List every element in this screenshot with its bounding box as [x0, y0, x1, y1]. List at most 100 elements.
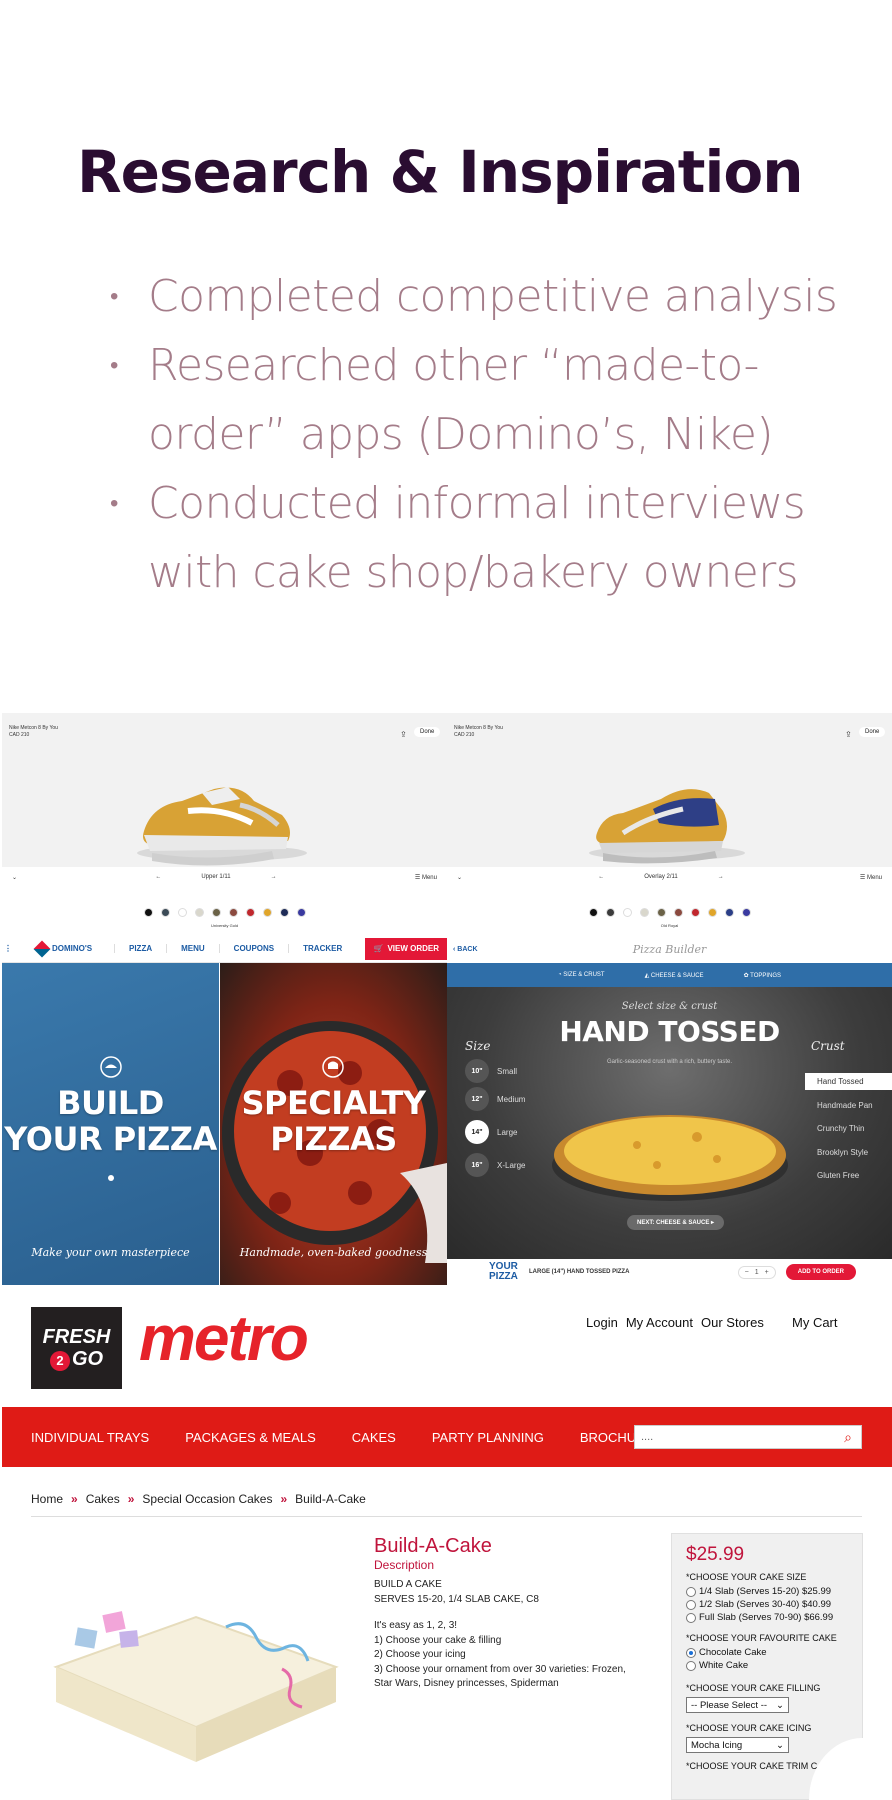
- color-swatch[interactable]: [707, 908, 717, 917]
- my-account-link[interactable]: My Account: [626, 1315, 693, 1330]
- color-swatch[interactable]: [741, 908, 751, 917]
- color-swatch[interactable]: [622, 908, 632, 917]
- breadcrumb-cakes[interactable]: Cakes: [86, 1492, 120, 1506]
- tab-size-crust[interactable]: ◔ SIZE & CRUST: [558, 972, 605, 978]
- color-swatch[interactable]: [177, 908, 187, 917]
- breadcrumb-special-occasion[interactable]: Special Occasion Cakes: [142, 1492, 272, 1506]
- icing-select[interactable]: Mocha Icing ⌄: [686, 1737, 789, 1753]
- arrow-right-icon[interactable]: →: [718, 874, 724, 880]
- nav-item-packages-meals[interactable]: PACKAGES & MEALS: [185, 1430, 316, 1445]
- toppings-icon: ✿: [743, 972, 749, 979]
- color-swatch[interactable]: [211, 908, 221, 917]
- more-vertical-icon[interactable]: ⋮: [2, 944, 14, 953]
- filling-select[interactable]: -- Please Select -- ⌄: [686, 1697, 789, 1713]
- search-icon[interactable]: ⌕: [835, 1426, 861, 1448]
- arrow-left-icon[interactable]: ←: [155, 874, 161, 880]
- your-pizza-label: YOUR PIZZA: [447, 1262, 529, 1282]
- tab-label: SIZE & CRUST: [563, 972, 605, 978]
- flavour-radio[interactable]: White Cake: [686, 1660, 848, 1671]
- nav-item-cakes[interactable]: CAKES: [352, 1430, 396, 1445]
- back-button[interactable]: ‹ BACK: [447, 946, 507, 953]
- nav-item-individual-trays[interactable]: INDIVIDUAL TRAYS: [31, 1430, 149, 1445]
- add-to-order-button[interactable]: ADD TO ORDER: [785, 1264, 856, 1280]
- color-swatch[interactable]: [228, 908, 238, 917]
- order-summary-text: LARGE (14") HAND TOSSED PIZZA: [529, 1269, 630, 1275]
- color-swatch[interactable]: [262, 908, 272, 917]
- quantity-stepper[interactable]: −1 +: [737, 1265, 776, 1279]
- step-label: Overlay 2/11: [644, 874, 678, 880]
- chevron-down-icon[interactable]: ⌄: [12, 874, 17, 881]
- arrow-left-icon[interactable]: ←: [598, 874, 604, 880]
- bullet-item: • Completed competitive analysis: [100, 262, 880, 331]
- color-swatch[interactable]: [639, 908, 649, 917]
- menu-icon: ☰: [859, 874, 866, 881]
- fresh2go-logo[interactable]: FRESH 2 GO: [31, 1307, 122, 1389]
- search-input[interactable]: [635, 1426, 835, 1448]
- breadcrumb-separator: »: [71, 1492, 78, 1506]
- breadcrumb-home[interactable]: Home: [31, 1492, 63, 1506]
- pizza-builder-header: ‹ BACK Pizza Builder: [447, 935, 892, 963]
- color-swatch[interactable]: [245, 908, 255, 917]
- chevron-down-icon: ⌄: [776, 1699, 784, 1711]
- radio-label: 1/4 Slab (Serves 15-20) $25.99: [699, 1586, 832, 1597]
- nav-item-coupons[interactable]: COUPONS: [218, 944, 288, 953]
- crust-option-selected[interactable]: Hand Tossed: [805, 1073, 892, 1090]
- flavour-radio-selected[interactable]: Chocolate Cake: [686, 1647, 848, 1658]
- logo-line: 2 GO: [49, 1348, 103, 1371]
- tab-toppings[interactable]: ✿ TOPPINGS: [744, 972, 782, 979]
- menu-button[interactable]: ☰ Menu: [415, 874, 437, 881]
- description-line: BUILD A CAKE: [374, 1579, 442, 1590]
- arrow-right-icon[interactable]: →: [271, 874, 277, 880]
- crust-option[interactable]: Brooklyn Style: [805, 1144, 880, 1161]
- size-radio[interactable]: Full Slab (Serves 70-90) $66.99: [686, 1612, 848, 1623]
- color-swatch[interactable]: [160, 908, 170, 917]
- my-cart-link[interactable]: My Cart: [792, 1315, 838, 1330]
- radio-button[interactable]: [686, 1612, 696, 1623]
- crust-option[interactable]: Crunchy Thin: [805, 1120, 876, 1137]
- metro-logo[interactable]: metro: [139, 1301, 309, 1375]
- crust-option[interactable]: Handmade Pan: [805, 1097, 885, 1114]
- radio-button[interactable]: [686, 1660, 696, 1671]
- color-swatch[interactable]: [656, 908, 666, 917]
- color-swatch[interactable]: [673, 908, 683, 917]
- color-swatch[interactable]: [588, 908, 598, 917]
- menu-icon: ☰: [414, 874, 421, 881]
- dominos-logo[interactable]: DOMINO'S: [14, 940, 114, 957]
- next-cheese-sauce-button[interactable]: NEXT: CHEESE & SAUCE ▸: [627, 1215, 725, 1230]
- size-radio[interactable]: 1/2 Slab (Serves 30-40) $40.99: [686, 1599, 848, 1610]
- nav-item-party-planning[interactable]: PARTY PLANNING: [432, 1430, 544, 1445]
- search-box: ⌕: [634, 1425, 862, 1449]
- section-label: Upper: [201, 874, 218, 880]
- description-line: 1) Choose your cake & filling: [374, 1634, 502, 1646]
- color-swatch[interactable]: [296, 908, 306, 917]
- view-order-button[interactable]: 🛒 VIEW ORDER: [365, 937, 447, 960]
- pizza-slice-icon: ◔: [557, 972, 562, 978]
- color-swatch[interactable]: [605, 908, 615, 917]
- color-swatch[interactable]: [143, 908, 153, 917]
- size-radio[interactable]: 1/4 Slab (Serves 15-20) $25.99: [686, 1586, 848, 1597]
- nav-item-pizza[interactable]: PIZZA: [114, 944, 166, 953]
- color-swatch[interactable]: [194, 908, 204, 917]
- chevron-down-icon[interactable]: ⌄: [457, 874, 462, 881]
- minus-icon[interactable]: −: [745, 1269, 749, 1276]
- our-stores-link[interactable]: Our Stores: [701, 1315, 764, 1330]
- color-swatch[interactable]: [279, 908, 289, 917]
- color-swatch[interactable]: [690, 908, 700, 917]
- step-navigator: ← Upper 1/11 →: [155, 874, 276, 880]
- radio-button[interactable]: [686, 1586, 696, 1597]
- logo-line: FRESH: [42, 1325, 111, 1348]
- build-your-pizza-panel[interactable]: BUILD YOUR PIZZA Make your own masterpie…: [2, 963, 219, 1285]
- specialty-pizzas-panel[interactable]: SPECIALTY PIZZAS Handmade, oven-baked go…: [220, 963, 447, 1285]
- plus-icon[interactable]: +: [765, 1269, 769, 1276]
- nav-item-tracker[interactable]: TRACKER: [288, 944, 356, 953]
- radio-button[interactable]: [686, 1599, 696, 1610]
- page-curl: [809, 1738, 863, 1800]
- account-links: Login My Account Our Stores: [586, 1315, 764, 1330]
- color-swatch[interactable]: [724, 908, 734, 917]
- login-link[interactable]: Login: [586, 1315, 618, 1330]
- radio-button[interactable]: [686, 1647, 696, 1658]
- tab-cheese-sauce[interactable]: ◭ CHEESE & SAUCE: [645, 972, 704, 979]
- nav-item-menu[interactable]: MENU: [166, 944, 219, 953]
- crust-option[interactable]: Gluten Free: [805, 1167, 871, 1184]
- menu-button[interactable]: ☰ Menu: [860, 874, 882, 881]
